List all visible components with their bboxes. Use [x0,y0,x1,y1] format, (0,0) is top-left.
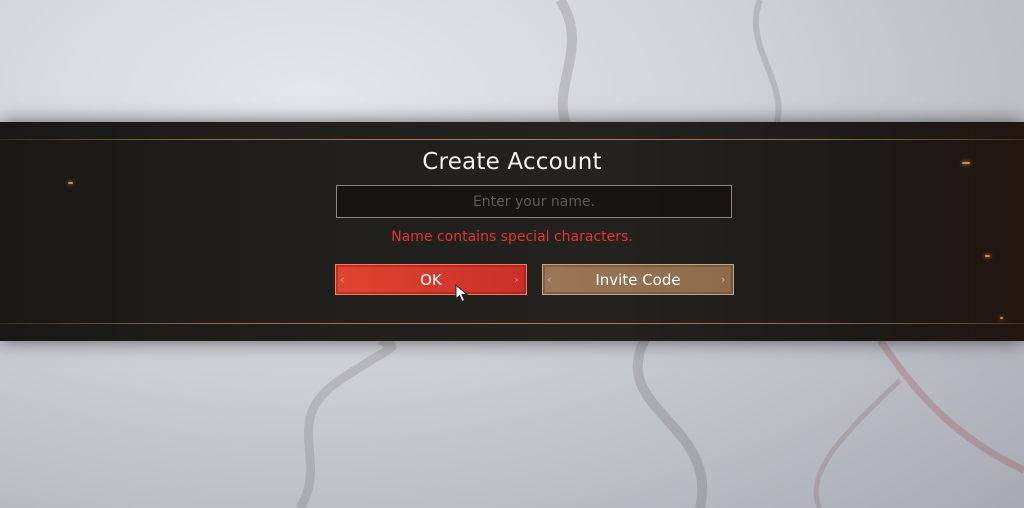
mouse-cursor-icon [455,283,471,304]
panel-bottom-trim [0,323,1024,324]
error-message: Name contains special characters. [391,229,633,245]
ornament-icon: › [721,273,726,286]
invite-code-button-label: Invite Code [595,270,681,289]
ember-particle [1000,317,1003,319]
ok-button-label: OK [420,270,442,289]
panel-top-trim [0,139,1024,140]
dialog-title: Create Account [422,149,602,175]
invite-code-button[interactable]: ‹ Invite Code › [542,264,734,295]
ornament-icon: ‹ [547,273,552,286]
name-input[interactable] [336,185,732,218]
ornament-icon: ‹ [340,273,345,286]
ok-button[interactable]: ‹ OK › [335,264,527,295]
ornament-icon: › [514,273,519,286]
ember-particle [68,182,73,184]
dialog-panel: Create Account Name contains special cha… [0,122,1024,341]
ember-particle [985,255,990,257]
